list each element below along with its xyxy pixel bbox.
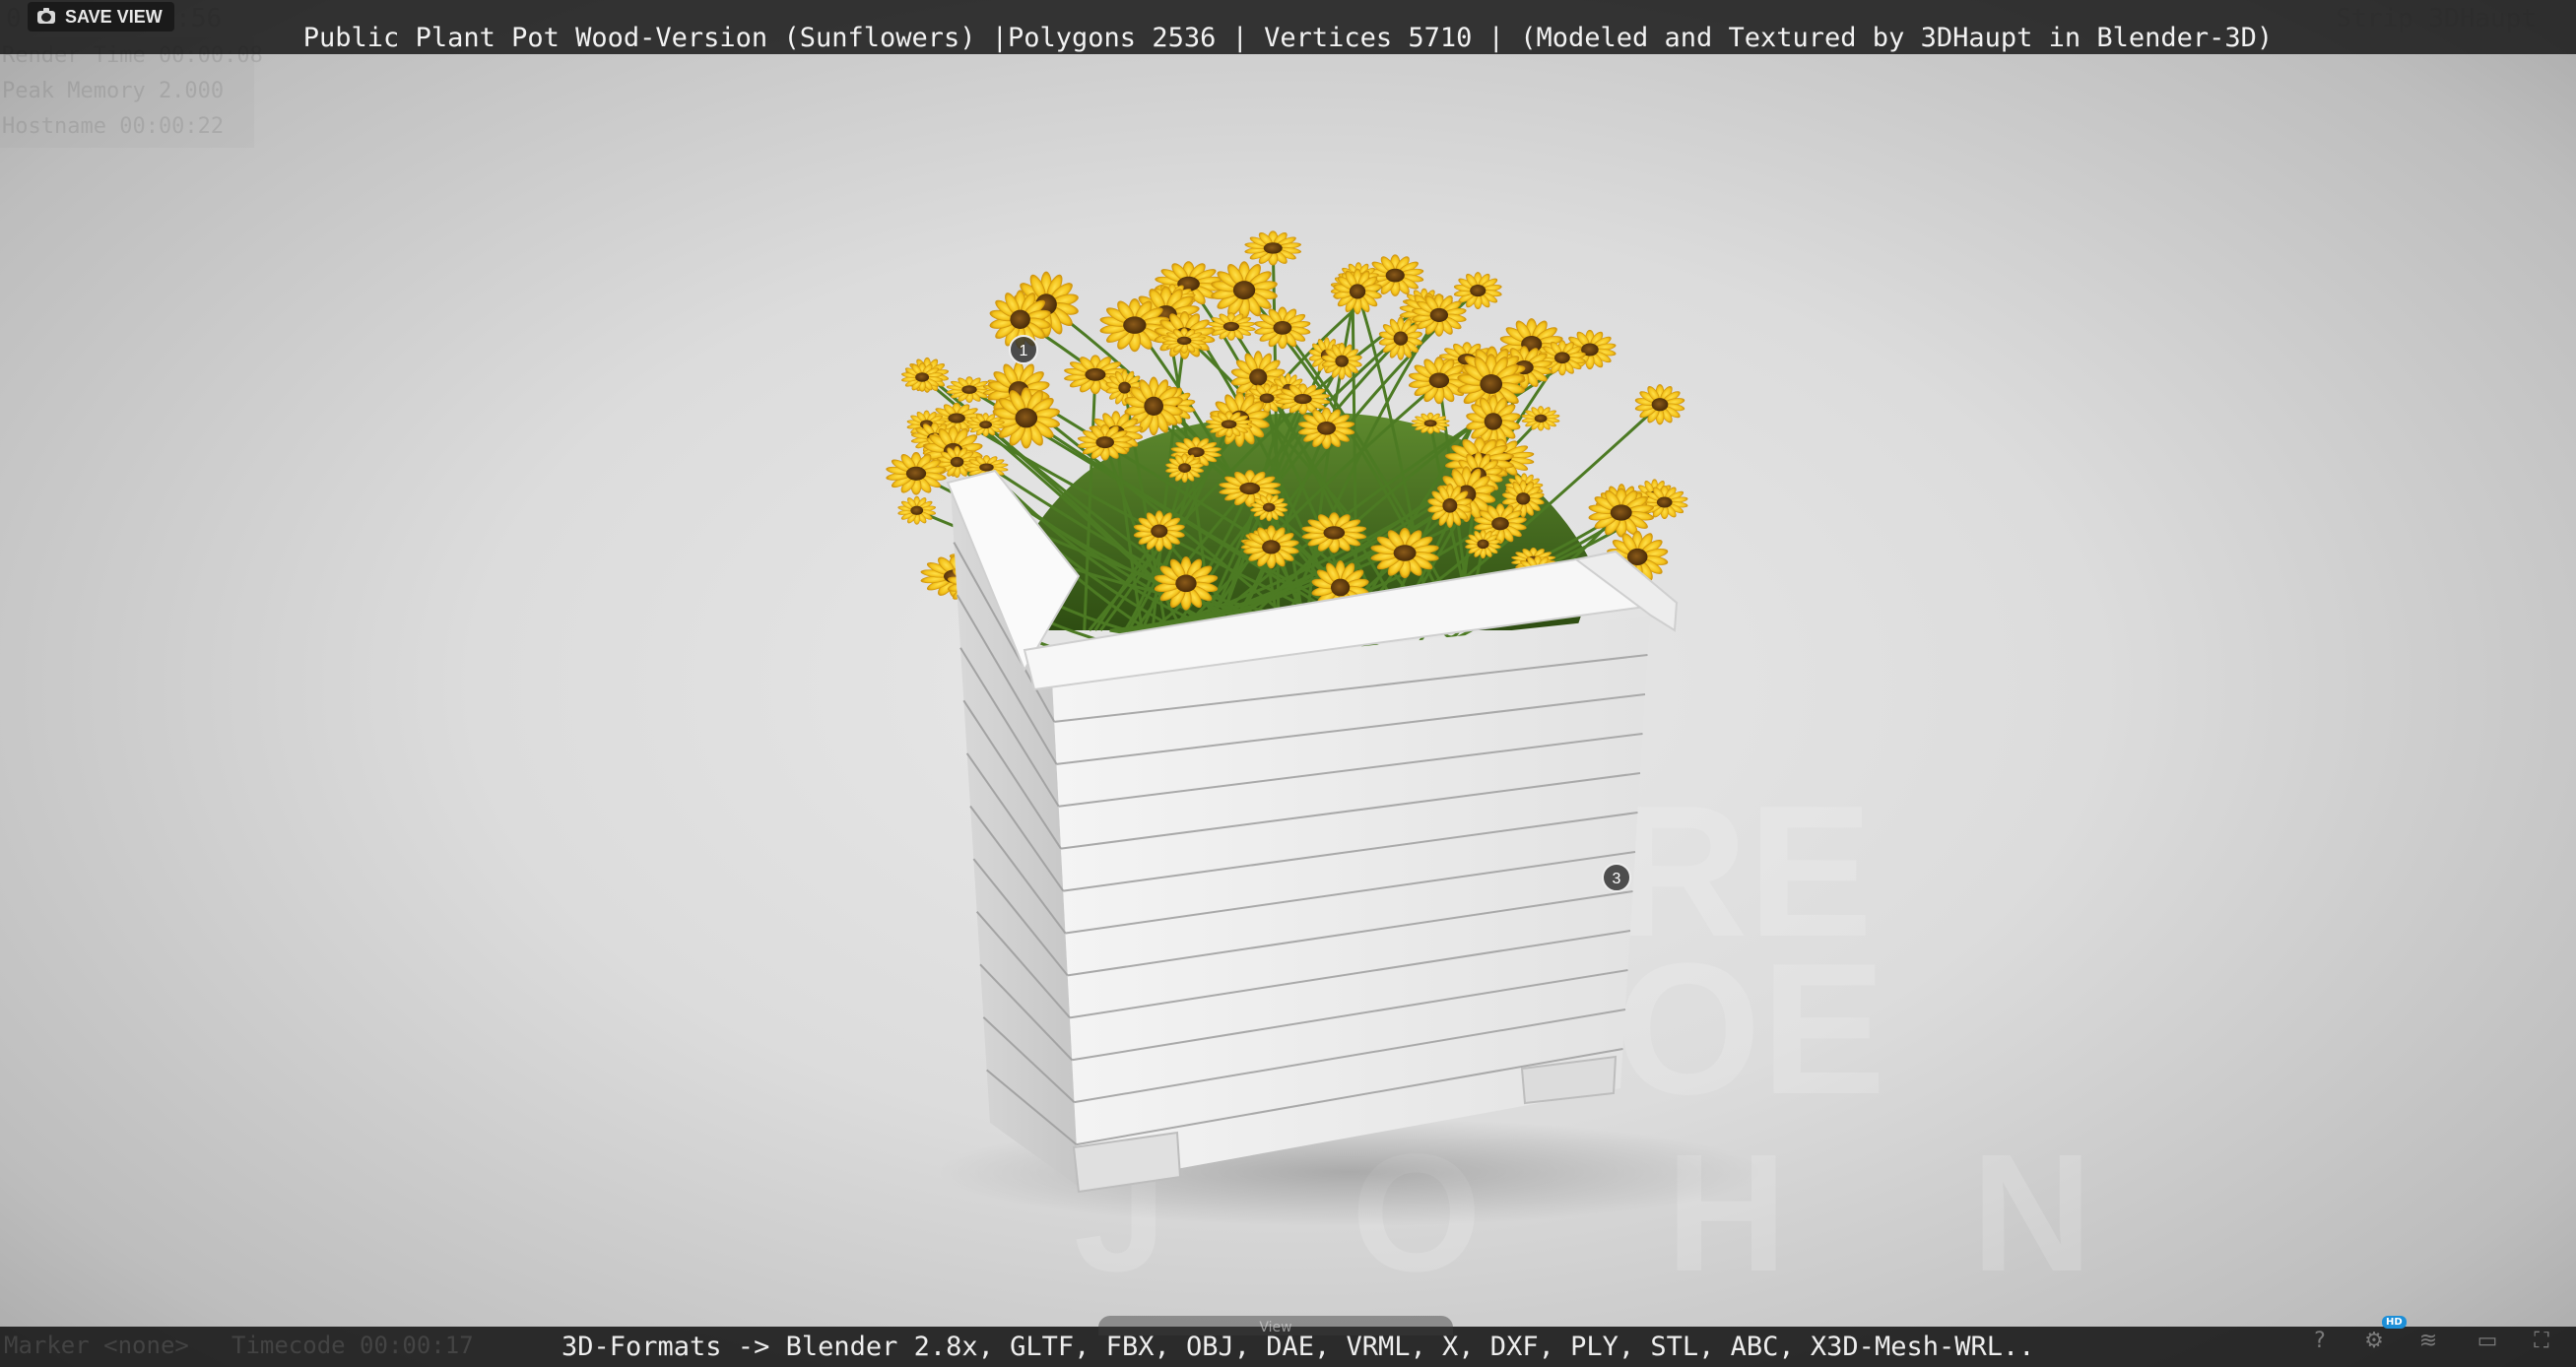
vr-icon[interactable]: ▭ [2473, 1326, 2502, 1355]
svg-text:3: 3 [1613, 871, 1621, 887]
fullscreen-icon[interactable]: ⛶ [2527, 1326, 2556, 1355]
render-info-line: Hostname 00:00:22 [2, 114, 225, 139]
page-title: Public Plant Pot Wood-Version (Sunflower… [302, 23, 2274, 53]
annotation-marker-3[interactable]: 3 [1602, 863, 1631, 892]
annotation-marker-1[interactable]: 1 [1009, 335, 1038, 364]
help-icon[interactable]: ? [2305, 1326, 2335, 1355]
marker-readout: Marker <none> [4, 1332, 189, 1359]
timecode-readout: Timecode 00:00:17 [231, 1332, 474, 1359]
layers-icon[interactable]: ≋ [2413, 1326, 2443, 1355]
svg-text:1: 1 [1020, 343, 1028, 359]
settings-icon[interactable]: ⚙ [2359, 1326, 2389, 1355]
hd-badge: HD [2382, 1316, 2407, 1329]
camera-icon [37, 7, 55, 24]
3d-viewport[interactable]: ARE OE J O H N 1 3 [0, 54, 2576, 1327]
plant-pot-model[interactable]: ARE OE J O H N 1 3 [0, 54, 2576, 1327]
render-info-line: Peak Memory 2.000 [2, 79, 225, 103]
watermark-text-2: OE [1616, 925, 1886, 1134]
formats-text: 3D-Formats -> Blender 2.8x, GLTF, FBX, O… [561, 1332, 2035, 1362]
save-view-label: SAVE VIEW [65, 6, 163, 27]
save-view-button[interactable]: SAVE VIEW [28, 2, 174, 32]
